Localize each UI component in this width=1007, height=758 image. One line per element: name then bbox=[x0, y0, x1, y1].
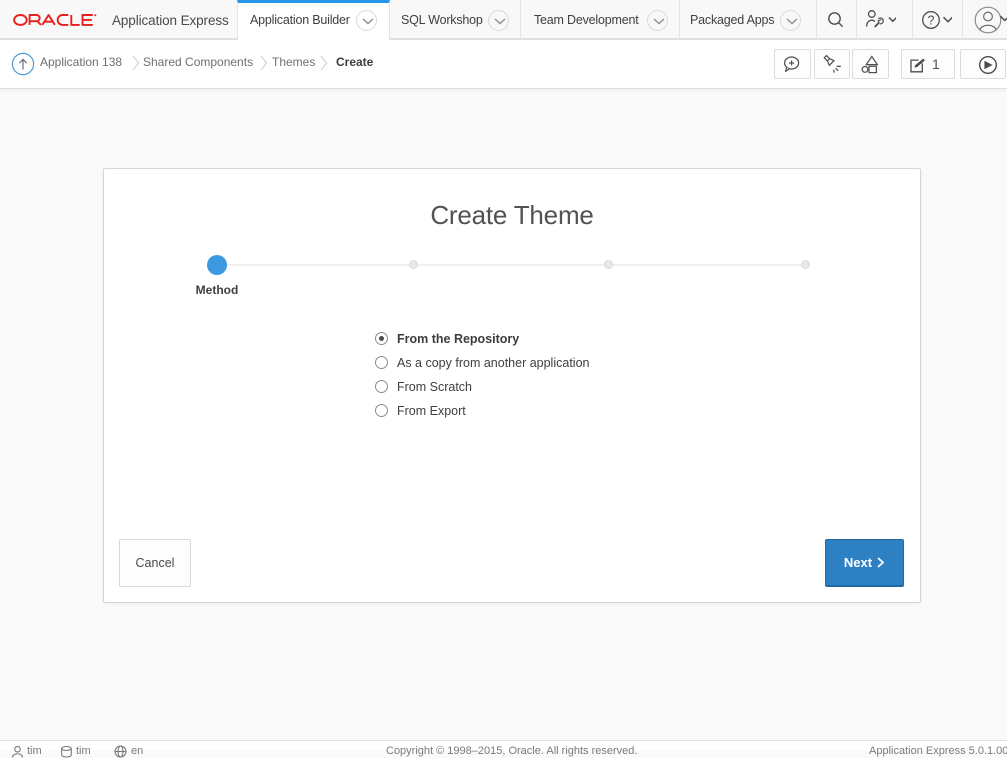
svg-text:?: ? bbox=[928, 14, 935, 28]
